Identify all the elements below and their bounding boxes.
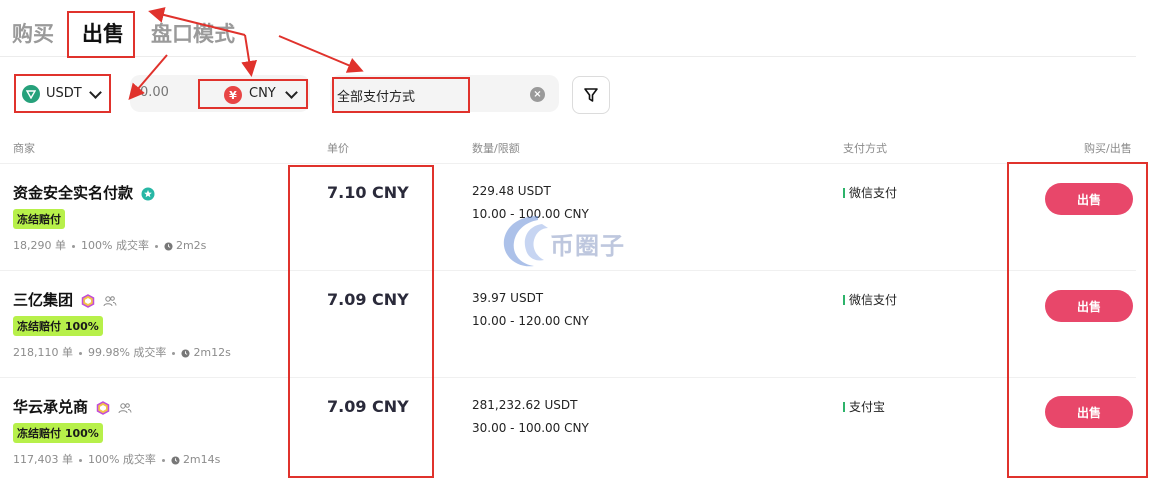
annotation-arrows (128, 7, 364, 101)
